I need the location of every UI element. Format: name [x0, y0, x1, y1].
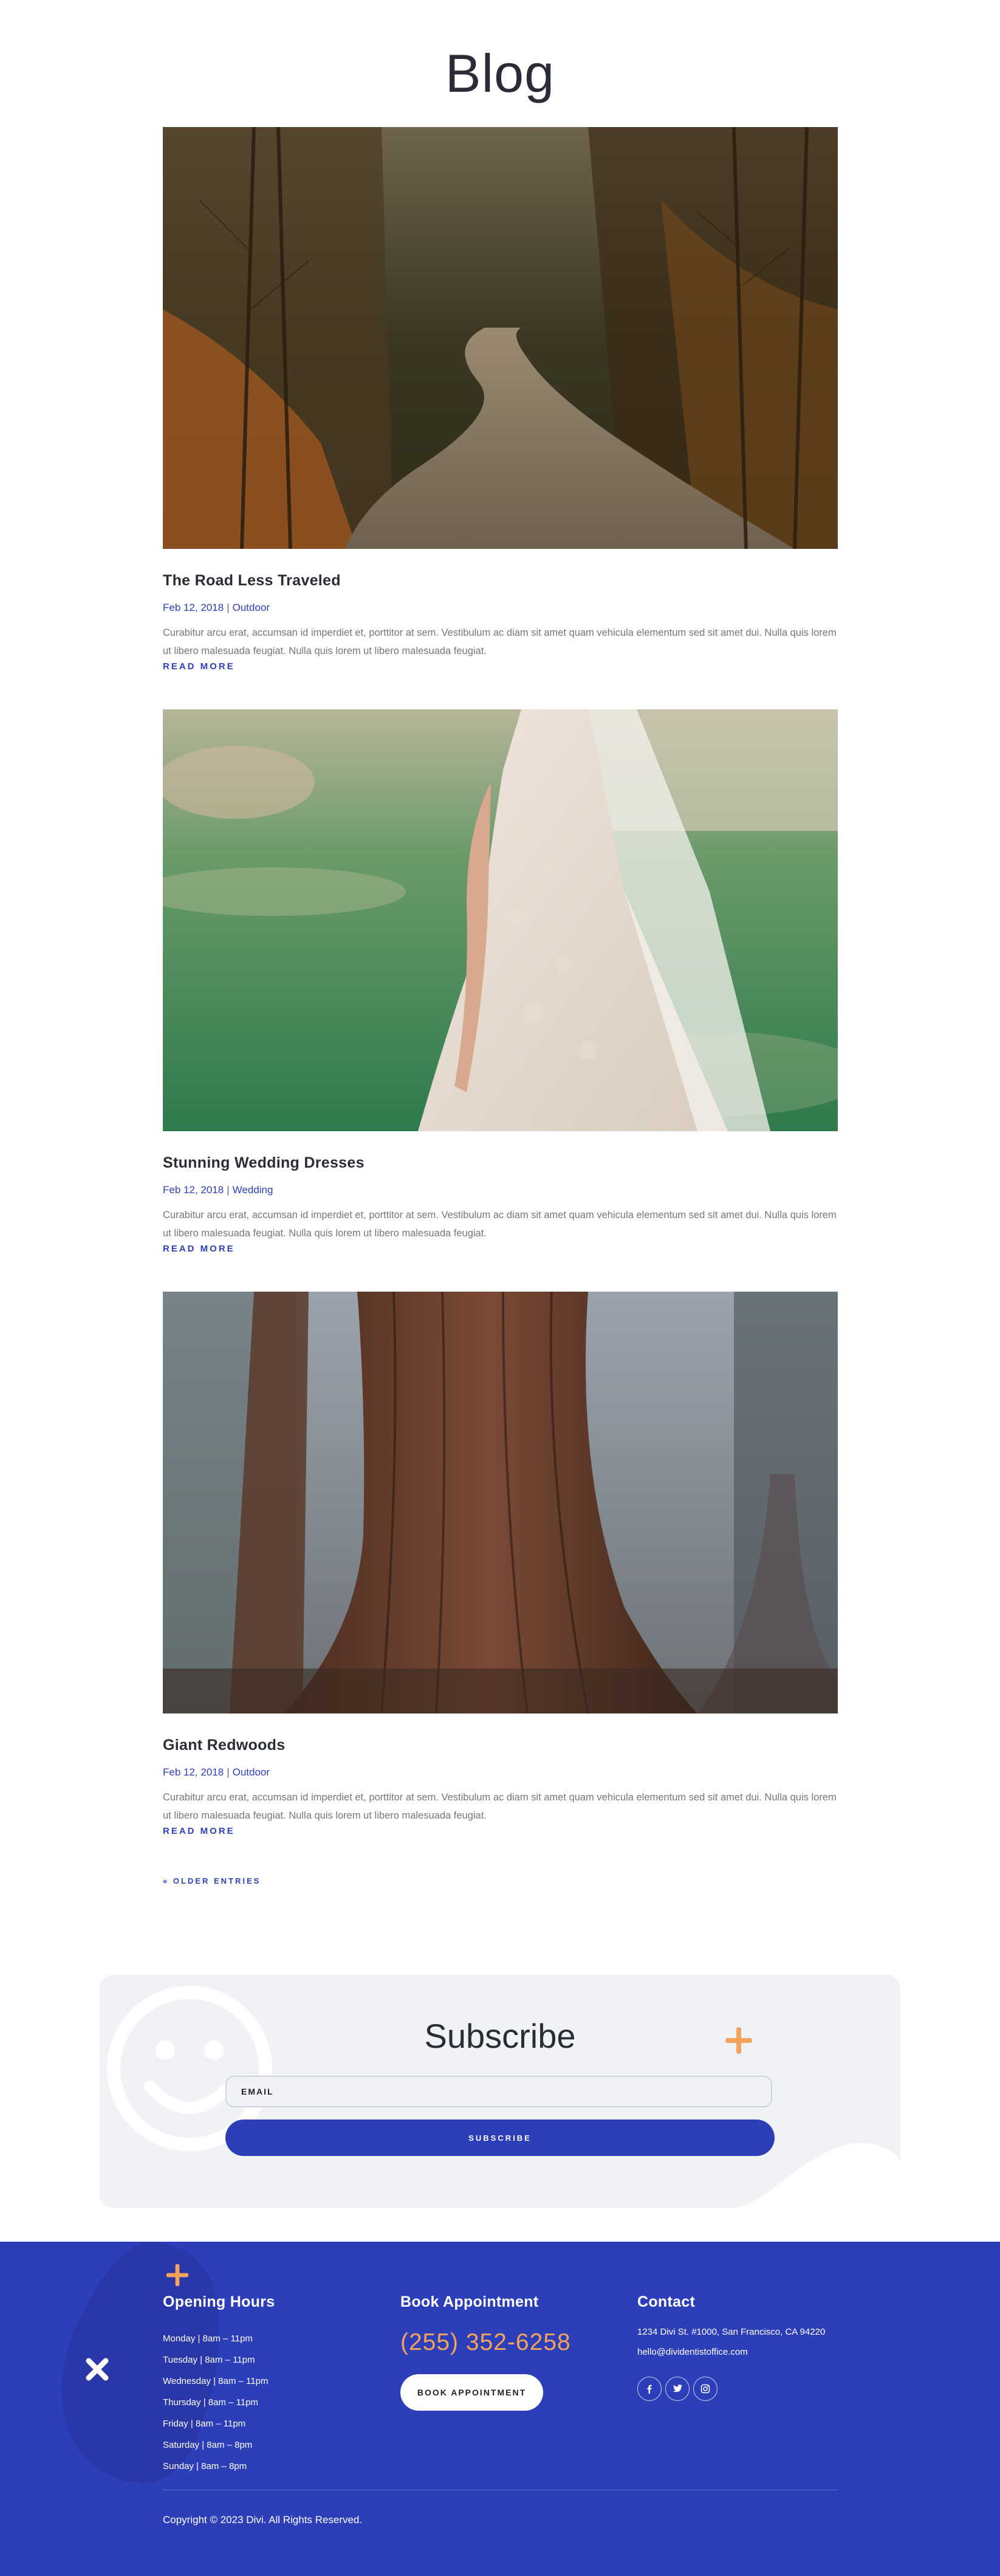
post-title[interactable]: The Road Less Traveled — [163, 572, 838, 590]
hours-item: Friday | 8am – 11pm — [163, 2419, 246, 2429]
post-category-link[interactable]: Outdoor — [233, 1766, 270, 1778]
opening-hours-heading: Opening Hours — [163, 2293, 275, 2310]
contact-column: Contact 1234 Divi St. #1000, San Francis… — [637, 2293, 825, 2401]
post-meta: Feb 12, 2018 | Wedding — [163, 1184, 838, 1196]
post-meta: Feb 12, 2018 | Outdoor — [163, 602, 838, 614]
post-title[interactable]: Giant Redwoods — [163, 1737, 838, 1754]
contact-address: 1234 Divi St. #1000, San Francisco, CA 9… — [637, 2327, 826, 2337]
meta-separator: | — [227, 602, 230, 613]
post-image-forest-road[interactable] — [163, 127, 838, 549]
contact-email-link[interactable]: hello@dividentistoffice.com — [637, 2347, 825, 2357]
phone-number-link[interactable]: (255) 352-6258 — [400, 2329, 571, 2356]
instagram-icon[interactable] — [693, 2377, 717, 2401]
read-more-link[interactable]: READ MORE — [163, 1244, 235, 1254]
opening-hours-column: Opening Hours Monday | 8am – 11pm Tuesda… — [163, 2293, 275, 2477]
blog-post: Stunning Wedding Dresses Feb 12, 2018 | We… — [163, 709, 838, 1255]
blog-post: The Road Less Traveled Feb 12, 2018 | Outd… — [163, 127, 838, 672]
hours-list: Monday | 8am – 11pm Tuesday | 8am – 11pm… — [163, 2328, 275, 2477]
read-more-link[interactable]: READ MORE — [163, 1826, 235, 1836]
post-image-redwoods[interactable] — [163, 1292, 838, 1713]
meta-separator: | — [227, 1766, 230, 1778]
post-category-link[interactable]: Outdoor — [233, 602, 270, 613]
hours-item: Sunday | 8am – 8pm — [163, 2461, 247, 2471]
book-appointment-heading: Book Appointment — [400, 2293, 539, 2310]
read-more-link[interactable]: READ MORE — [163, 661, 235, 672]
post-date: Feb 12, 2018 — [163, 1184, 224, 1196]
post-excerpt: Curabitur arcu erat, accumsan id imperdi… — [163, 627, 837, 656]
post-category-link[interactable]: Wedding — [233, 1184, 273, 1196]
post-meta: Feb 12, 2018 | Outdoor — [163, 1766, 838, 1779]
hours-item: Wednesday | 8am – 11pm — [163, 2376, 269, 2386]
hours-item: Tuesday | 8am – 11pm — [163, 2355, 255, 2365]
older-entries-link[interactable]: « OLDER ENTRIES — [163, 1876, 261, 1886]
post-date: Feb 12, 2018 — [163, 1766, 224, 1778]
subscribe-title: Subscribe — [424, 2017, 576, 2055]
facebook-icon[interactable] — [637, 2377, 662, 2401]
hours-item: Thursday | 8am – 11pm — [163, 2397, 259, 2408]
contact-heading: Contact — [637, 2293, 696, 2310]
book-appointment-button[interactable]: BOOK APPOINTMENT — [400, 2374, 543, 2411]
post-excerpt: Curabitur arcu erat, accumsan id imperdi… — [163, 1792, 837, 1821]
footer: Opening Hours Monday | 8am – 11pm Tuesda… — [0, 2242, 1000, 2576]
hours-item: Monday | 8am – 11pm — [163, 2333, 253, 2344]
post-title[interactable]: Stunning Wedding Dresses — [163, 1154, 838, 1172]
post-excerpt: Curabitur arcu erat, accumsan id imperdi… — [163, 1210, 837, 1239]
blog-post: Giant Redwoods Feb 12, 2018 | Outdoor Cura… — [163, 1292, 838, 1837]
page-title: Blog — [445, 43, 555, 103]
hours-item: Saturday | 8am – 8pm — [163, 2440, 253, 2450]
subscribe-button[interactable]: SUBSCRIBE — [225, 2120, 775, 2156]
twitter-icon[interactable] — [665, 2377, 690, 2401]
post-date: Feb 12, 2018 — [163, 602, 224, 613]
email-field[interactable] — [225, 2076, 772, 2107]
social-links — [637, 2377, 825, 2401]
plus-decoration-icon — [166, 2264, 189, 2287]
meta-separator: | — [227, 1184, 230, 1196]
subscribe-section: Subscribe SUBSCRIBE — [100, 1975, 900, 2208]
post-image-wedding-dress[interactable] — [163, 709, 838, 1131]
book-appointment-column: Book Appointment (255) 352-6258 BOOK APP… — [400, 2293, 571, 2411]
copyright: Copyright © 2023 Divi. All Rights Reserv… — [163, 2514, 363, 2526]
x-decoration-icon — [86, 2358, 109, 2381]
